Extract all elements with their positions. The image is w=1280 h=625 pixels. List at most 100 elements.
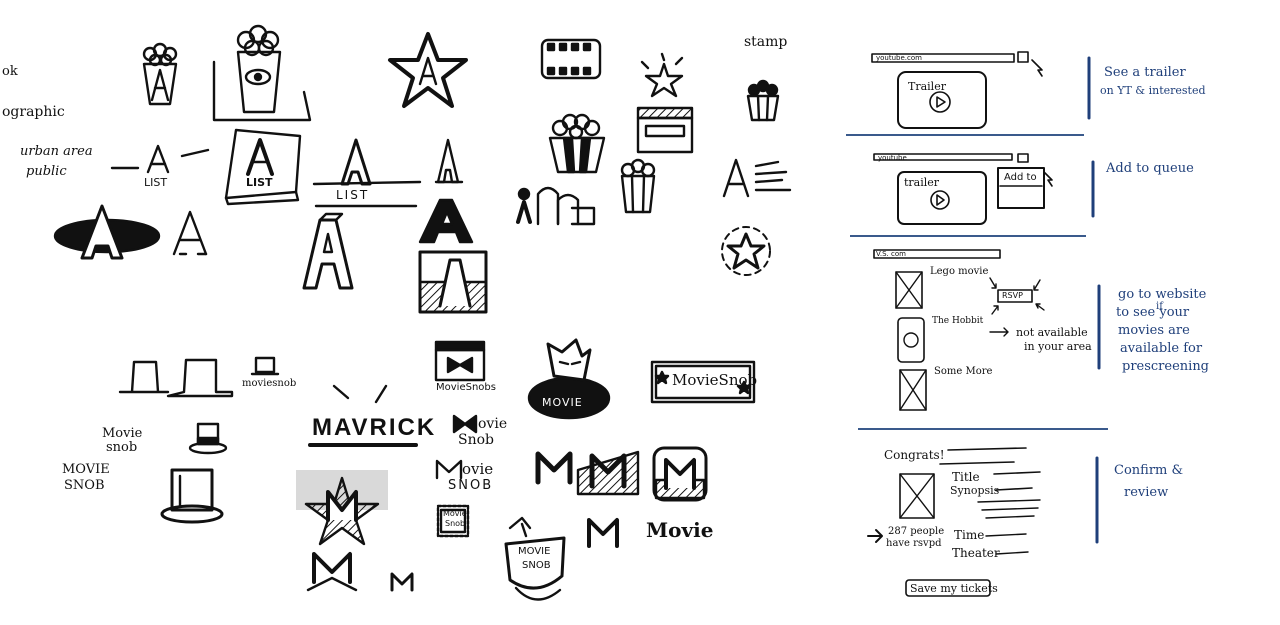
note-urban-area: urban area bbox=[20, 144, 93, 159]
frame4-title: Title bbox=[952, 470, 980, 484]
a-lines-icon bbox=[722, 158, 792, 198]
frame1-bracket-icon bbox=[1087, 56, 1091, 120]
popcorn-small-icon bbox=[746, 79, 780, 122]
a-bold-shadow-icon bbox=[418, 198, 474, 244]
m-tiny-icon bbox=[390, 572, 414, 592]
top-hat-large-icon bbox=[160, 468, 224, 524]
oval-movie-label: MOVIE bbox=[542, 396, 583, 409]
m-3d-icon bbox=[587, 518, 619, 548]
a-list-banner-label: LIST bbox=[246, 176, 273, 189]
popcorn-box-icon bbox=[620, 158, 656, 214]
top-hat-shaded-icon bbox=[188, 422, 228, 455]
note-ok: ok bbox=[2, 64, 18, 79]
frame4-sketch-icon bbox=[867, 447, 1041, 597]
clapperboard-icon bbox=[636, 106, 694, 154]
badge-movie-text: Movie bbox=[443, 509, 467, 518]
frame2-divider bbox=[850, 235, 1086, 237]
frame3-rsvp-button[interactable]: RSVP bbox=[1002, 291, 1023, 300]
a-square-hatched-icon bbox=[418, 250, 488, 314]
m-outline-bold-icon bbox=[535, 451, 573, 485]
frame4-rsvp-count-line1: 287 people bbox=[888, 526, 945, 537]
m-hatched-banner-icon bbox=[576, 450, 640, 496]
badge-snob-text: Snob bbox=[445, 519, 466, 528]
frame2-video-label: trailer bbox=[904, 176, 940, 189]
frame3-annotation-line5: prescreening bbox=[1122, 359, 1210, 374]
shooting-star-icon bbox=[640, 52, 684, 98]
note-ographic: ographic bbox=[2, 104, 65, 120]
mavrick-wordmark: MAVRICK bbox=[312, 414, 437, 441]
a-list-small-label: LIST bbox=[144, 176, 168, 189]
hat-small-caption: moviesnob bbox=[242, 378, 297, 389]
frame3-url: V.S. com bbox=[876, 250, 906, 258]
theater-seats-icon bbox=[516, 186, 596, 226]
frame3-annotation-line2: to see your bbox=[1116, 305, 1190, 320]
frame1-annotation-line1: See a trailer bbox=[1104, 65, 1186, 80]
frame4-bracket-icon bbox=[1095, 456, 1099, 544]
eyebrows-icon bbox=[332, 384, 388, 404]
shield-movie-text: MOVIE bbox=[518, 546, 551, 557]
frame3-annotation-line3: movies are bbox=[1118, 323, 1190, 338]
frame2-add-to-button[interactable]: Add to bbox=[1004, 172, 1037, 183]
movie-caps-text: MOVIE bbox=[62, 462, 110, 477]
ticket-wordmark: MovieSnob bbox=[672, 371, 758, 389]
snob-text: snob bbox=[106, 440, 138, 455]
snob-character-oval-icon bbox=[527, 338, 611, 420]
movie-text: Movie bbox=[102, 426, 143, 441]
frame4-save-tickets-button[interactable]: Save my tickets bbox=[910, 582, 998, 595]
frame4-time: Time bbox=[954, 528, 985, 542]
m-star-small-icon bbox=[306, 552, 358, 592]
snob-caps-text: SNOB bbox=[64, 478, 105, 493]
bowtie-m-icon bbox=[452, 414, 478, 434]
frame4-rsvp-count-line2: have rsvpd bbox=[886, 538, 942, 549]
a-plain-icon bbox=[172, 210, 208, 256]
frame3-bracket-icon bbox=[1097, 284, 1101, 370]
mavrick-underline-icon bbox=[308, 443, 418, 447]
frame1-annotation-line2: on YT & interested bbox=[1100, 84, 1206, 97]
frame3-movie3: Some More bbox=[934, 366, 993, 377]
a-list-banner-icon bbox=[224, 128, 302, 206]
frame3-annotation-line4: available for bbox=[1120, 341, 1203, 356]
popcorn-a-logo-icon bbox=[142, 42, 178, 106]
movie-snobs-text: MovieSnobs bbox=[436, 382, 496, 393]
top-hat-sketches-icon bbox=[118, 358, 234, 398]
frame3-divider bbox=[858, 428, 1108, 430]
a-list-big-label: LIST bbox=[336, 188, 370, 202]
frame2-url: youtube bbox=[878, 154, 907, 162]
frame1-url: youtube.com bbox=[876, 54, 922, 62]
movie-wordmark: Movie bbox=[646, 518, 714, 542]
m-star-grey-icon bbox=[296, 470, 388, 546]
a-outline-icon bbox=[434, 138, 464, 184]
snob2-text: Snob bbox=[458, 432, 494, 448]
frame4-annotation-line1: Confirm & bbox=[1114, 463, 1184, 478]
frame4-annotation-line2: review bbox=[1124, 485, 1169, 500]
m-rounded-square-icon bbox=[652, 446, 708, 502]
star-a-logo-icon bbox=[388, 32, 468, 108]
frame3-annotation-line1: go to website bbox=[1118, 287, 1207, 302]
a-oval-logo-icon bbox=[53, 204, 161, 260]
frame4-theater: Theater bbox=[952, 546, 1000, 560]
frame3-note-line2: in your area bbox=[1024, 340, 1092, 353]
shield-snob-text: SNOB bbox=[522, 560, 551, 571]
frame2-sketch-icon bbox=[873, 153, 1053, 225]
frame2-bracket-icon bbox=[1091, 160, 1095, 218]
ovie2-text: ovie bbox=[462, 460, 494, 478]
clapper-bowtie-icon bbox=[434, 340, 486, 382]
frame1-divider bbox=[846, 134, 1084, 136]
frame3-note-line1: not available bbox=[1016, 326, 1088, 339]
m-outline-icon bbox=[435, 459, 463, 480]
note-public: public bbox=[26, 164, 67, 179]
ovie-text: ovie bbox=[478, 416, 508, 432]
frame3-movie1: Lego movie bbox=[930, 266, 989, 277]
stamp-note: stamp bbox=[744, 34, 788, 50]
popcorn-bucket-icon bbox=[548, 113, 606, 174]
frame3-movie2: The Hobbit bbox=[932, 316, 984, 326]
frame2-annotation: Add to queue bbox=[1106, 161, 1194, 176]
frame4-synopsis: Synopsis bbox=[950, 484, 1000, 497]
top-hat-small-icon bbox=[250, 356, 280, 376]
frame4-congrats: Congrats! bbox=[884, 448, 945, 462]
star-circle-icon bbox=[721, 226, 771, 276]
snob3-text: SNOB bbox=[448, 478, 494, 493]
a-3d-icon bbox=[302, 212, 354, 290]
frame1-video-label: Trailer bbox=[908, 80, 946, 93]
popcorn-bucket-eye-icon bbox=[212, 24, 312, 122]
